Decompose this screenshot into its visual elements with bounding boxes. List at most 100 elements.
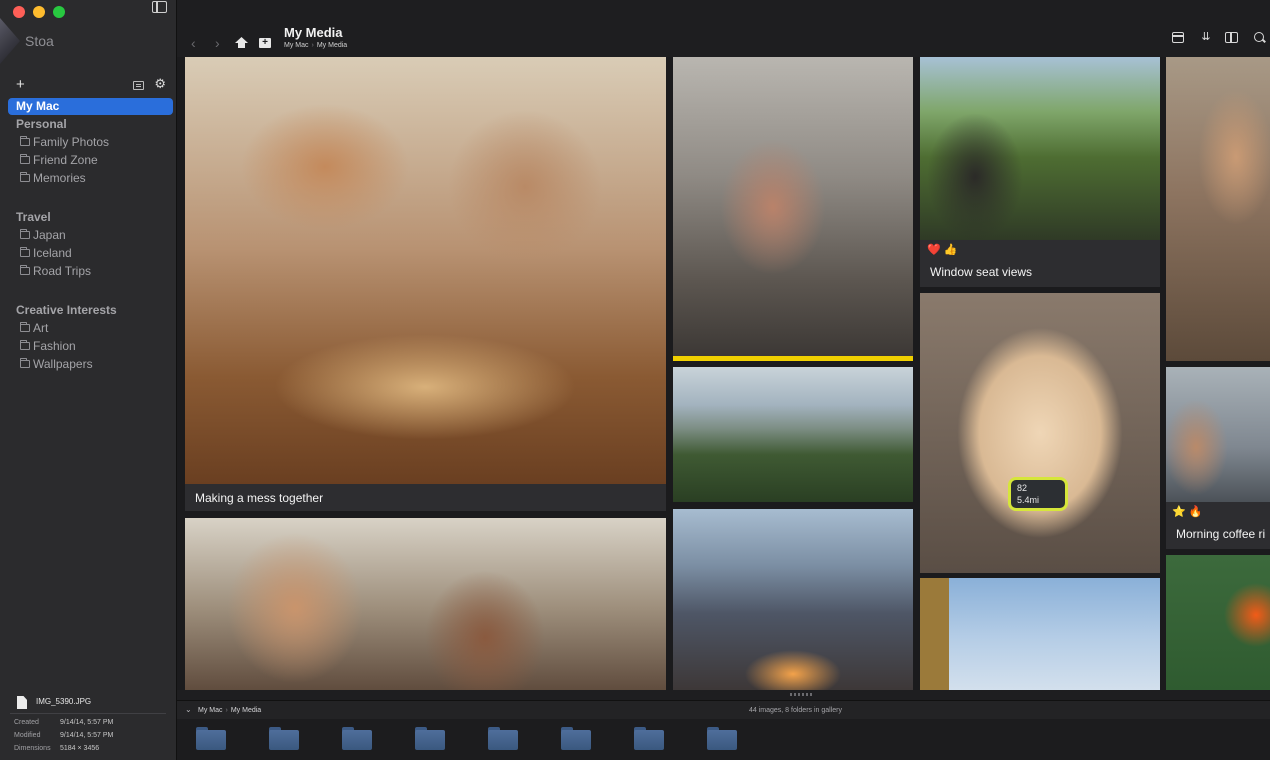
breadcrumb-item[interactable]: My Mac (284, 42, 309, 49)
zoom-window-button[interactable] (53, 6, 65, 18)
chevron-right-icon: › (225, 707, 228, 714)
forward-icon[interactable]: › (215, 36, 220, 50)
layout-icon[interactable] (1172, 32, 1184, 43)
folder-icon (20, 154, 30, 164)
gallery-tile-coffee-friends[interactable]: ⭐ 🔥 Morning coffee ri (1166, 367, 1270, 549)
folder-icon (20, 358, 30, 368)
folder-icon (20, 340, 30, 350)
sidebar-item-label: Wallpapers (33, 357, 93, 371)
sidebar-item-label: Iceland (33, 246, 72, 260)
gallery-tile-train-window[interactable]: ❤️ 👍 Window seat views (920, 57, 1160, 287)
sidebar-item-label: Road Trips (33, 264, 92, 278)
toolbar: ‹ › + My Media My Mac › My Media ⇊ (177, 0, 1270, 57)
split-resize-handle[interactable] (790, 693, 814, 696)
gallery-tile-mountains[interactable] (673, 367, 913, 502)
sidebar-section-travel[interactable]: Travel (8, 209, 173, 226)
sort-icon[interactable]: ⇊ (1200, 32, 1212, 43)
folder-icon (20, 322, 30, 332)
path-bar: ⌄ My Mac › My Media 44 images, 8 folders i… (177, 700, 1270, 719)
window-controls (13, 6, 65, 18)
breadcrumb: My Mac › My Media (284, 42, 347, 49)
sidebar-item-iceland[interactable]: Iceland (8, 245, 173, 262)
photo-thumbnail (1166, 367, 1270, 502)
sidebar-item-label: Family Photos (33, 135, 110, 149)
new-folder-icon[interactable]: + (259, 38, 271, 48)
sidebar-item-label: Friend Zone (33, 153, 98, 167)
info-row-created: Created 9/14/14, 5:57 PM (14, 719, 114, 726)
columns-icon[interactable] (1225, 32, 1238, 43)
gallery-tile-nasturtium-leaf[interactable] (1166, 555, 1270, 690)
sidebar-toggle-icon[interactable] (152, 1, 167, 13)
sidebar-section-creative-interests[interactable]: Creative Interests (8, 302, 173, 319)
tile-caption: Making a mess together (195, 491, 324, 505)
folder-icon (20, 136, 30, 146)
reaction-emojis: ⭐ 🔥 (1172, 506, 1203, 518)
close-window-button[interactable] (13, 6, 25, 18)
breadcrumb-item[interactable]: My Media (317, 42, 347, 49)
breadcrumb: My Mac › My Media (198, 707, 261, 714)
gallery-tile-beach-campfire[interactable] (673, 509, 913, 690)
gallery-tile-market-friends[interactable] (185, 518, 666, 690)
sidebar-item-family-photos[interactable]: Family Photos (8, 134, 173, 151)
folder-icon[interactable] (196, 727, 226, 750)
gallery-tile-woman-coffee[interactable] (673, 57, 913, 361)
folder-icon[interactable] (342, 727, 372, 750)
folder-icon (20, 229, 30, 239)
gallery-tile-cyclist[interactable] (1166, 57, 1270, 361)
info-row-dimensions: Dimensions 5184 × 3456 (14, 745, 100, 752)
sidebar-item-memories[interactable]: Memories (8, 170, 173, 187)
photo-thumbnail (920, 293, 1160, 573)
folder-icon (20, 265, 30, 275)
folder-icon (20, 172, 30, 182)
add-button[interactable]: + (16, 76, 25, 93)
folder-icon[interactable] (269, 727, 299, 750)
gallery-grid: Making a mess together ❤️ 👍 Window seat … (177, 57, 1270, 690)
folder-icon[interactable] (415, 727, 445, 750)
sidebar-item-road-trips[interactable]: Road Trips (8, 263, 173, 280)
reaction-emojis: ❤️ 👍 (927, 244, 958, 256)
sidebar-item-japan[interactable]: Japan (8, 227, 173, 244)
photo-thumbnail (185, 518, 666, 690)
gallery-tile-skateboarder[interactable] (920, 578, 1160, 690)
breadcrumb-item[interactable]: My Mac (198, 707, 223, 714)
sidebar-item-my-mac[interactable]: My Mac (8, 98, 173, 115)
file-name: IMG_5390.JPG (36, 697, 92, 706)
sidebar-item-friend-zone[interactable]: Friend Zone (8, 152, 173, 169)
chevron-down-icon[interactable]: ⌄ (185, 705, 192, 714)
gallery-tile-french-bulldog[interactable]: 82 5.4mi (920, 293, 1160, 573)
minimize-window-button[interactable] (33, 6, 45, 18)
gear-icon[interactable]: ⚙ (154, 76, 166, 92)
sidebar-item-wallpapers[interactable]: Wallpapers (8, 356, 173, 373)
folder-icon[interactable] (634, 727, 664, 750)
breadcrumb-item[interactable]: My Media (231, 707, 261, 714)
caption-bar: ❤️ 👍 Window seat views (920, 240, 1160, 287)
caption-bar: ⭐ 🔥 Morning coffee ri (1166, 502, 1270, 549)
photo-thumbnail (673, 367, 913, 502)
sidebar-toolbar: + ⚙ (16, 76, 166, 93)
photo-thumbnail (673, 57, 913, 356)
smartwatch-display: 82 5.4mi (1008, 477, 1068, 511)
brand-logo (0, 18, 20, 64)
sidebar-item-art[interactable]: Art (8, 320, 173, 337)
back-icon[interactable]: ‹ (191, 36, 196, 50)
photo-thumbnail (920, 57, 1160, 240)
sidebar-item-fashion[interactable]: Fashion (8, 338, 173, 355)
tile-caption: Window seat views (930, 265, 1033, 279)
sidebar-section-personal[interactable]: Personal (8, 116, 173, 133)
sidebar-item-label: Memories (33, 171, 86, 185)
list-view-icon[interactable] (133, 81, 144, 90)
photo-thumbnail (1166, 555, 1270, 690)
folder-icon[interactable] (707, 727, 737, 750)
chevron-right-icon: › (311, 42, 314, 49)
sidebar-item-label: Art (33, 321, 49, 335)
photo-thumbnail (673, 509, 913, 690)
folder-icon (20, 247, 30, 257)
page-title: My Media (284, 25, 343, 40)
zoom-icon[interactable] (1254, 32, 1264, 42)
folder-icon[interactable] (488, 727, 518, 750)
photo-thumbnail (920, 578, 1160, 690)
sidebar-item-label: Japan (33, 228, 66, 242)
folder-icon[interactable] (561, 727, 591, 750)
home-icon[interactable] (236, 37, 247, 49)
gallery-tile-kids-baking[interactable]: Making a mess together (185, 57, 666, 511)
